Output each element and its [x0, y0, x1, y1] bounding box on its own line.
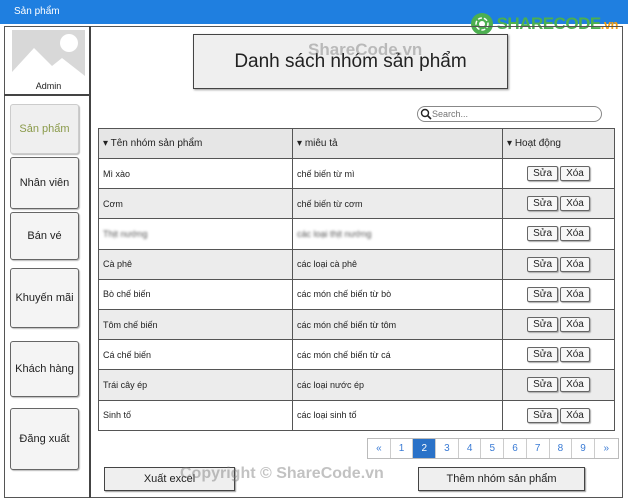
- delete-button[interactable]: Xóa: [560, 226, 590, 242]
- delete-button[interactable]: Xóa: [560, 317, 590, 333]
- delete-button[interactable]: Xóa: [560, 256, 590, 272]
- pagination-page-button[interactable]: 4: [459, 439, 482, 458]
- add-product-group-button[interactable]: Thêm nhóm sản phẩm: [418, 467, 585, 491]
- sidebar-item-san-pham[interactable]: Sản phẩm: [10, 104, 79, 154]
- pagination: «1 2 3 4 5 6 7 8 9»: [367, 438, 619, 459]
- table-row: Mì xào chế biến từ mì Sửa Xóa: [98, 157, 615, 190]
- delete-button[interactable]: Xóa: [560, 407, 590, 423]
- table-row: Trái cây ép các loại nước ép Sửa Xóa: [98, 369, 615, 401]
- image-placeholder-icon: [12, 34, 85, 82]
- delete-button[interactable]: Xóa: [560, 377, 590, 393]
- edit-button[interactable]: Sửa: [527, 196, 559, 212]
- sidebar-item-khach-hang[interactable]: Khách hàng: [10, 341, 79, 397]
- cell-description: các loại thịt nướng: [292, 218, 503, 250]
- pagination-page-button[interactable]: 5: [481, 439, 505, 458]
- edit-button[interactable]: Sửa: [527, 256, 559, 272]
- delete-button[interactable]: Xóa: [560, 286, 590, 302]
- cell-actions: Sửa Xóa: [502, 188, 615, 220]
- cell-description: các loại sinh tố: [292, 399, 503, 431]
- search-box[interactable]: [417, 106, 602, 122]
- delete-button[interactable]: Xóa: [560, 166, 590, 182]
- column-header-description[interactable]: ▾ miêu tả: [292, 128, 503, 159]
- cell-actions: Sửa Xóa: [502, 399, 615, 431]
- edit-button[interactable]: Sửa: [527, 407, 559, 423]
- edit-button[interactable]: Sửa: [527, 347, 559, 363]
- cell-description: các loại cà phê: [292, 248, 503, 280]
- cell-name: Tôm chế biến: [98, 308, 293, 341]
- cell-description: các món chế biến từ cá: [292, 339, 503, 371]
- table-row: Cá chế biến các món chế biến từ cá Sửa Xóa: [98, 339, 615, 371]
- pagination-page-button[interactable]: 7: [527, 439, 550, 458]
- column-header-name[interactable]: ▾ Tên nhóm sản phẩm: [98, 128, 293, 159]
- admin-label: Admin: [35, 81, 62, 91]
- cell-name: Mì xào: [98, 157, 293, 190]
- cell-actions: Sửa Xóa: [502, 308, 615, 341]
- cell-description: chế biến từ cơm: [292, 188, 503, 220]
- edit-button[interactable]: Sửa: [527, 317, 559, 333]
- cell-actions: Sửa Xóa: [502, 157, 615, 190]
- edit-button[interactable]: Sửa: [527, 377, 559, 393]
- cell-name: Cá chế biến: [98, 339, 293, 371]
- pagination-page-button[interactable]: 8: [550, 439, 573, 458]
- product-group-table: ▾ Tên nhóm sản phẩm ▾ miêu tả ▾ Hoạt độn…: [98, 128, 615, 431]
- window-title: Sản phẩm: [14, 6, 60, 17]
- cell-name: Thịt nướng: [98, 218, 293, 250]
- sidebar-divider: [4, 94, 91, 96]
- table-row: Sinh tố các loại sinh tố Sửa Xóa: [98, 399, 615, 431]
- sidebar-item-ban-ve[interactable]: Bán vé: [10, 212, 79, 260]
- pagination-page-button[interactable]: 6: [504, 439, 527, 458]
- edit-button[interactable]: Sửa: [527, 226, 559, 242]
- cell-name: Sinh tố: [98, 399, 293, 431]
- sidebar-item-khuyen-mai[interactable]: Khuyến mãi: [10, 268, 79, 328]
- search-icon: [420, 108, 432, 120]
- table-row: Cà phê các loại cà phê Sửa Xóa: [98, 248, 615, 280]
- edit-button[interactable]: Sửa: [527, 286, 559, 302]
- search-input[interactable]: [432, 109, 592, 119]
- table-row: Cơm chế biến từ cơm Sửa Xóa: [98, 188, 615, 220]
- pagination-next-button[interactable]: »: [595, 439, 618, 458]
- cell-name: Cà phê: [98, 248, 293, 280]
- cell-name: Trái cây ép: [98, 369, 293, 401]
- cell-description: các món chế biến từ tôm: [292, 308, 503, 341]
- delete-button[interactable]: Xóa: [560, 347, 590, 363]
- cell-description: các món chế biến từ bò: [292, 278, 503, 310]
- avatar: [12, 30, 85, 82]
- delete-button[interactable]: Xóa: [560, 196, 590, 212]
- table-row: Thịt nướng các loại thịt nướng Sửa Xóa: [98, 218, 615, 250]
- table-row: Bò chế biến các món chế biến từ bò Sửa Xóa: [98, 278, 615, 310]
- table-row: Tôm chế biến các món chế biến từ tôm Sửa Xó…: [98, 308, 615, 341]
- cell-description: các loại nước ép: [292, 369, 503, 401]
- cell-actions: Sửa Xóa: [502, 248, 615, 280]
- column-header-actions[interactable]: ▾ Hoạt động: [502, 128, 615, 159]
- watermark-bottom: Copyright © ShareCode.vn: [180, 465, 384, 482]
- cell-description: chế biến từ mì: [292, 157, 503, 190]
- cell-actions: Sửa Xóa: [502, 339, 615, 371]
- cell-name: Bò chế biến: [98, 278, 293, 310]
- pagination-page-button[interactable]: 2: [413, 439, 437, 458]
- cell-actions: Sửa Xóa: [502, 369, 615, 401]
- watermark-top: ShareCode.vn: [308, 40, 423, 59]
- pagination-page-button[interactable]: 3: [436, 439, 459, 458]
- edit-button[interactable]: Sửa: [527, 166, 559, 182]
- pagination-page-button[interactable]: 1: [391, 439, 414, 458]
- cell-actions: Sửa Xóa: [502, 278, 615, 310]
- pagination-prev-button[interactable]: «: [368, 439, 391, 458]
- cell-actions: Sửa Xóa: [502, 218, 615, 250]
- cell-name: Cơm: [98, 188, 293, 220]
- sidebar-item-dang-xuat[interactable]: Đăng xuất: [10, 408, 79, 470]
- sidebar-item-nhan-vien[interactable]: Nhân viên: [10, 157, 79, 209]
- pagination-page-button[interactable]: 9: [572, 439, 595, 458]
